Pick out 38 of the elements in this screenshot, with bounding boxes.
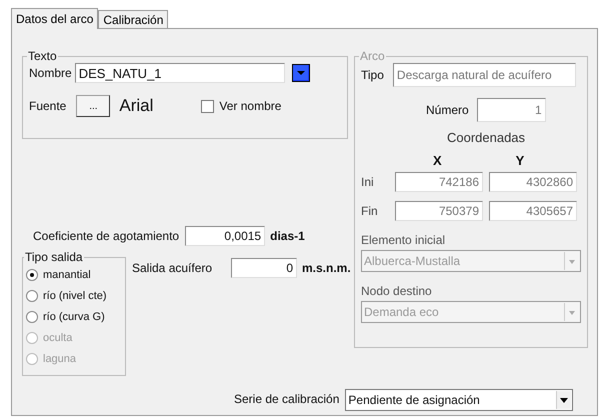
checkbox[interactable] [201,100,214,112]
salida-field[interactable]: 0 [231,258,297,278]
tab[interactable]: Calibración [98,10,168,28]
row-label: Ini [361,175,375,189]
radio-label: río (nivel cte) [43,290,107,302]
font-name: Arial [119,96,154,116]
unit-label: m.s.n.m. [302,261,351,275]
dropdown-icon[interactable] [292,64,310,82]
radio-button[interactable] [26,290,38,302]
radio-label: río (curva G) [43,310,105,322]
unit-label: dias-1 [270,229,305,243]
radio-button[interactable] [26,310,38,322]
numero-label: Número [426,103,469,117]
checkbox-label: Ver nombre [219,99,282,113]
column-header: Y [516,153,524,168]
group-title: Arco [359,49,386,63]
group-title: Tipo salida [24,250,84,264]
row-label: Fin [361,204,379,218]
font-button[interactable]: ... [76,95,110,117]
radio-label: oculta [43,332,72,344]
radio-button[interactable] [26,268,38,280]
column-header: X [433,153,442,168]
combo-box[interactable]: Pendiente de asignación [345,389,574,411]
nombre-label: Nombre [29,66,72,80]
fuente-label: Fuente [29,99,66,113]
group-title: Texto [27,49,58,63]
serie-label: Serie de calibración [234,392,340,406]
coordenadas-title: Coordenadas [446,130,526,145]
nombre-field[interactable]: DES_NATU_1 [74,63,285,83]
radio-label: manantial [43,268,91,280]
radio-label: laguna [43,352,76,364]
tipo-label: Tipo [361,68,384,82]
combo-label: Nodo destino [361,284,433,298]
combo-label: Elemento inicial [361,233,446,247]
tab[interactable]: Datos del arco [11,8,98,29]
salida-label: Salida acuífero [132,261,214,275]
coeficiente-label: Coeficiente de agotamiento [33,229,180,243]
coeficiente-field[interactable]: 0,0015 [185,226,266,246]
